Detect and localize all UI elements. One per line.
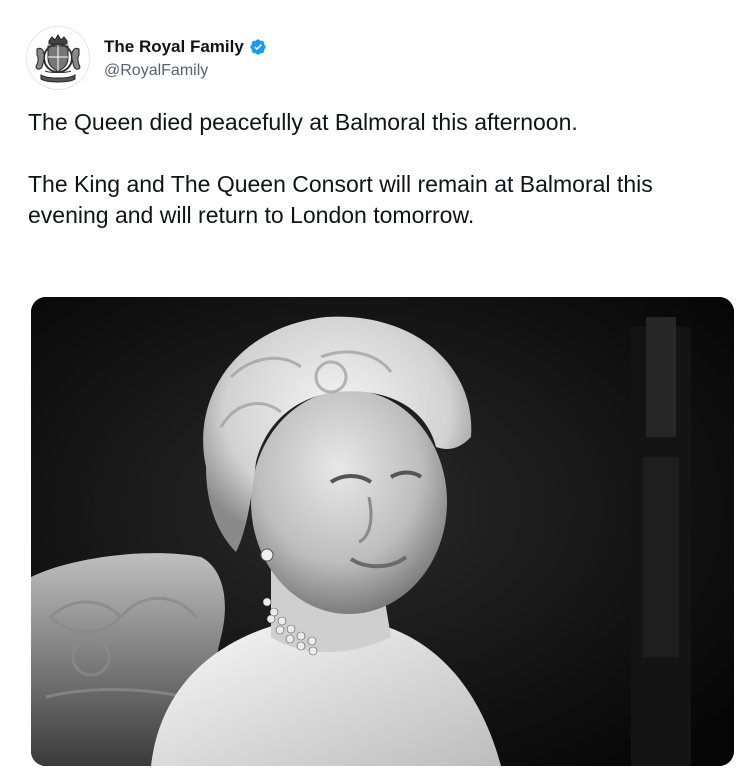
portrait-photo bbox=[31, 297, 734, 766]
author-display-name[interactable]: The Royal Family bbox=[104, 36, 244, 58]
tweet-card: The Royal Family @RoyalFamily The Queen … bbox=[0, 0, 749, 781]
royal-coat-of-arms-icon bbox=[28, 28, 88, 88]
name-row: The Royal Family bbox=[104, 36, 267, 58]
avatar[interactable] bbox=[26, 26, 90, 90]
author-info: The Royal Family @RoyalFamily bbox=[104, 36, 267, 81]
tweet-paragraph: The Queen died peacefully at Balmoral th… bbox=[28, 109, 578, 135]
tweet-paragraph: The King and The Queen Consort will rema… bbox=[28, 171, 660, 228]
author-handle[interactable]: @RoyalFamily bbox=[104, 60, 267, 81]
tweet-header: The Royal Family @RoyalFamily bbox=[26, 26, 267, 90]
tweet-photo[interactable] bbox=[31, 297, 734, 766]
verified-badge-icon bbox=[250, 38, 266, 55]
tweet-text: The Queen died peacefully at Balmoral th… bbox=[28, 107, 728, 231]
